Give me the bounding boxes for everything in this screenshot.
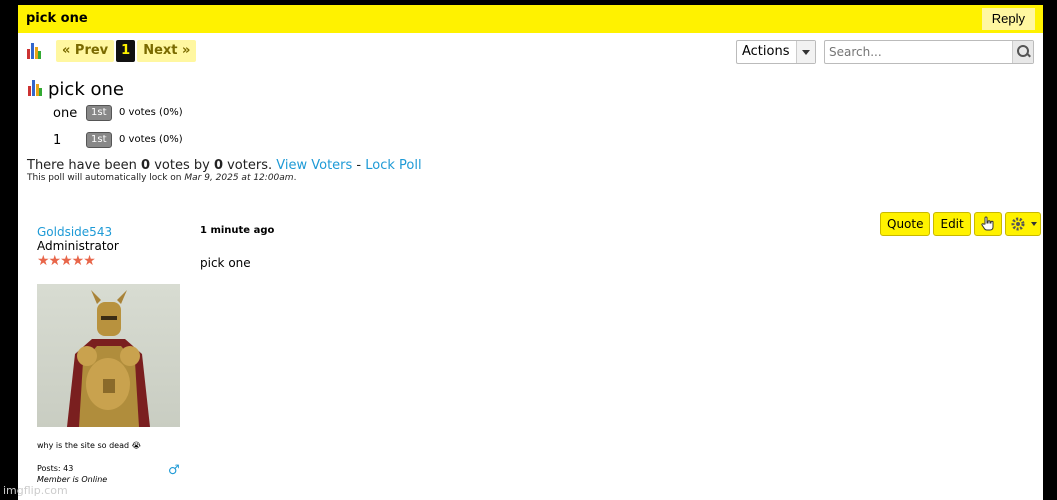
poll-summary: There have been 0 votes by 0 voters. Vie… xyxy=(27,158,422,173)
separator: - xyxy=(352,158,366,173)
poll-option-votes: 0 votes (0%) xyxy=(119,107,183,118)
avatar[interactable] xyxy=(37,284,180,427)
search-icon[interactable] xyxy=(1012,41,1033,63)
poll-title-icon xyxy=(28,80,42,96)
post-buttons: Quote Edit xyxy=(880,212,1041,236)
options-button[interactable] xyxy=(1004,212,1041,236)
poll-lock-info: This poll will automatically lock on Mar… xyxy=(27,173,296,183)
lock-poll-link[interactable]: Lock Poll xyxy=(365,158,421,173)
quote-button[interactable]: Quote xyxy=(880,212,931,236)
lock-text: . xyxy=(293,173,297,183)
view-voters-link[interactable]: View Voters xyxy=(276,158,352,173)
topic-title: pick one xyxy=(26,11,88,26)
chevron-down-icon xyxy=(796,41,815,63)
actions-label: Actions xyxy=(742,44,790,59)
poll-icon xyxy=(27,43,41,59)
lock-text: This poll will automatically lock on xyxy=(27,173,185,183)
search-input[interactable] xyxy=(827,42,1011,62)
summary-text: voters. xyxy=(222,158,277,173)
online-status: Member is Online xyxy=(37,475,108,484)
chevron-down-icon xyxy=(1030,222,1037,226)
post-time: 1 minute ago xyxy=(200,225,275,236)
gear-icon xyxy=(1011,217,1025,231)
votes-count: 0 xyxy=(141,158,151,173)
next-page-button[interactable]: Next » xyxy=(137,40,197,62)
summary-text: votes by xyxy=(150,158,214,173)
toolbar: « Prev 1 Next » Actions xyxy=(18,40,1043,66)
poll-title: pick one xyxy=(48,79,124,100)
poll-option-votes: 0 votes (0%) xyxy=(119,134,183,145)
user-rank: Administrator xyxy=(37,239,119,253)
summary-text: There have been xyxy=(27,158,142,173)
username-link[interactable]: Goldside543 xyxy=(37,225,119,239)
voters-count: 0 xyxy=(213,158,223,173)
post-count: Posts: 43 xyxy=(37,464,74,473)
knight-avatar-icon xyxy=(67,290,150,427)
search-box xyxy=(824,40,1034,64)
post-body: pick one xyxy=(200,256,251,270)
current-page[interactable]: 1 xyxy=(116,40,136,62)
hand-pointer-icon xyxy=(981,216,994,231)
post-author: Goldside543 Administrator xyxy=(37,225,119,253)
rank-stars-icon: ★★★★★ xyxy=(37,253,96,269)
reply-button[interactable]: Reply xyxy=(981,8,1035,30)
poll-rank-badge: 1st xyxy=(86,105,112,121)
lock-date: Mar 9, 2025 at 12:00am xyxy=(184,173,294,183)
pagination: « Prev 1 Next » xyxy=(56,40,197,62)
male-gender-icon: ♂ xyxy=(168,463,180,478)
signature: why is the site so dead 😭 xyxy=(37,441,141,450)
actions-dropdown[interactable]: Actions xyxy=(736,40,816,64)
watermark: imgflip.com xyxy=(3,484,68,497)
topic-title-bar: pick one Reply xyxy=(18,5,1043,33)
edit-button[interactable]: Edit xyxy=(933,212,971,236)
like-button[interactable] xyxy=(973,212,1002,236)
poll-rank-badge: 1st xyxy=(86,132,112,148)
forum-frame: pick one Reply « Prev 1 Next » Actions p… xyxy=(18,5,1043,500)
prev-page-button[interactable]: « Prev xyxy=(56,40,115,62)
